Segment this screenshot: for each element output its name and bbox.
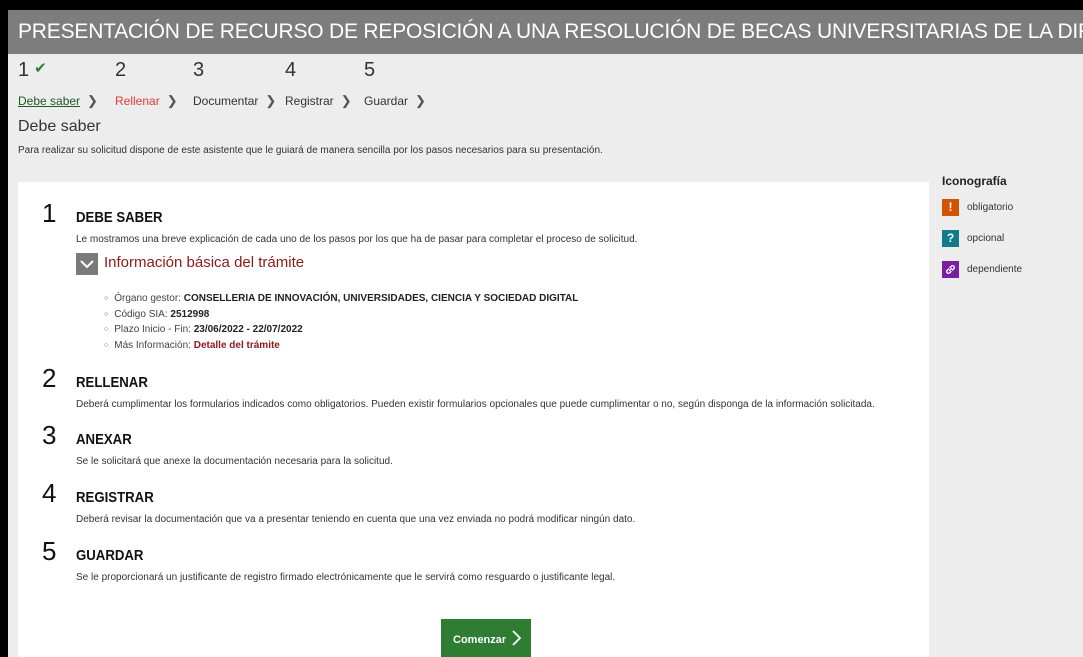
- chevron-right-icon: ❯: [87, 93, 98, 108]
- step-registrar[interactable]: Registrar ❯: [285, 93, 352, 109]
- page-description: Para realizar su solicitud dispone de es…: [18, 145, 603, 156]
- step-1-number: 1 ✔: [18, 59, 47, 81]
- chevron-down-icon: [80, 259, 94, 268]
- step-documentar[interactable]: Documentar ❯: [193, 93, 276, 109]
- legend-item-dependiente: dependiente: [942, 260, 1022, 278]
- item-description: Deberá revisar la documentación que va a…: [76, 514, 636, 525]
- item-title: RELLENAR: [76, 374, 148, 391]
- legend-item-obligatorio: ! obligatorio: [942, 198, 1022, 216]
- item-title: DEBE SABER: [76, 209, 163, 226]
- step-3-number: 3: [193, 59, 205, 81]
- step-rellenar[interactable]: Rellenar ❯: [115, 93, 178, 109]
- step-wizard: 1 ✔ 2 3 4 5 Debe saber ❯ Rellenar ❯ Documen…: [8, 54, 1083, 114]
- item-number: 2: [42, 363, 57, 393]
- app-window: PRESENTACIÓN DE RECURSO DE REPOSICIÓN A …: [8, 10, 1083, 657]
- chevron-right-icon: ❯: [340, 93, 352, 108]
- main-content-panel: 1 DEBE SABER Le mostramos una breve expl…: [18, 182, 929, 657]
- legend-item-opcional: ? opcional: [942, 229, 1022, 247]
- exclamation-icon: !: [942, 198, 959, 216]
- page-header-title: PRESENTACIÓN DE RECURSO DE REPOSICIÓN A …: [8, 10, 1083, 54]
- chevron-right-icon: ❯: [415, 93, 426, 108]
- item-title: ANEXAR: [76, 431, 132, 448]
- item-title: GUARDAR: [76, 547, 144, 564]
- item-number: 5: [42, 536, 57, 566]
- question-icon: ?: [942, 229, 959, 247]
- list-item: Plazo Inicio - Fin: 23/06/2022 - 22/07/2…: [104, 323, 578, 339]
- item-title: REGISTRAR: [76, 489, 154, 506]
- detalle-tramite-link[interactable]: Detalle del trámite: [194, 340, 280, 351]
- step-4-number: 4: [285, 59, 297, 81]
- step-guardar[interactable]: Guardar ❯: [364, 93, 426, 109]
- info-list: Órgano gestor: CONSELLERIA DE INNOVACIÓN…: [104, 292, 578, 354]
- step-debe-saber[interactable]: Debe saber ❯: [18, 93, 98, 109]
- item-description: Se le proporcionará un justificante de r…: [76, 572, 616, 583]
- legend-title: Iconografía: [942, 174, 1007, 188]
- chevron-right-icon: [512, 630, 521, 646]
- chevron-right-icon: ❯: [166, 93, 178, 108]
- comenzar-button[interactable]: Comenzar: [441, 619, 531, 657]
- checkmark-icon: ✔: [34, 60, 47, 77]
- item-description: Deberá cumplimentar los formularios indi…: [76, 399, 875, 410]
- link-icon: [942, 260, 959, 278]
- item-number: 3: [42, 420, 57, 450]
- item-description: Le mostramos una breve explicación de ca…: [76, 234, 638, 245]
- iconografia-legend: Iconografía ! obligatorio ? opcional dep…: [942, 174, 1022, 291]
- list-item: Órgano gestor: CONSELLERIA DE INNOVACIÓN…: [104, 292, 578, 308]
- step-2-number: 2: [115, 59, 127, 81]
- item-description: Se le solicitará que anexe la documentac…: [76, 456, 393, 467]
- chevron-right-icon: ❯: [265, 93, 277, 108]
- step-5-number: 5: [364, 59, 376, 81]
- list-item: Más Información: Detalle del trámite: [104, 339, 578, 355]
- page-title: Debe saber: [18, 118, 101, 135]
- collapse-toggle-button[interactable]: [76, 253, 98, 275]
- item-number: 1: [42, 198, 57, 228]
- list-item: Código SIA: 2512998: [104, 308, 578, 324]
- info-section-title: Información básica del trámite: [104, 254, 305, 271]
- item-number: 4: [42, 478, 57, 508]
